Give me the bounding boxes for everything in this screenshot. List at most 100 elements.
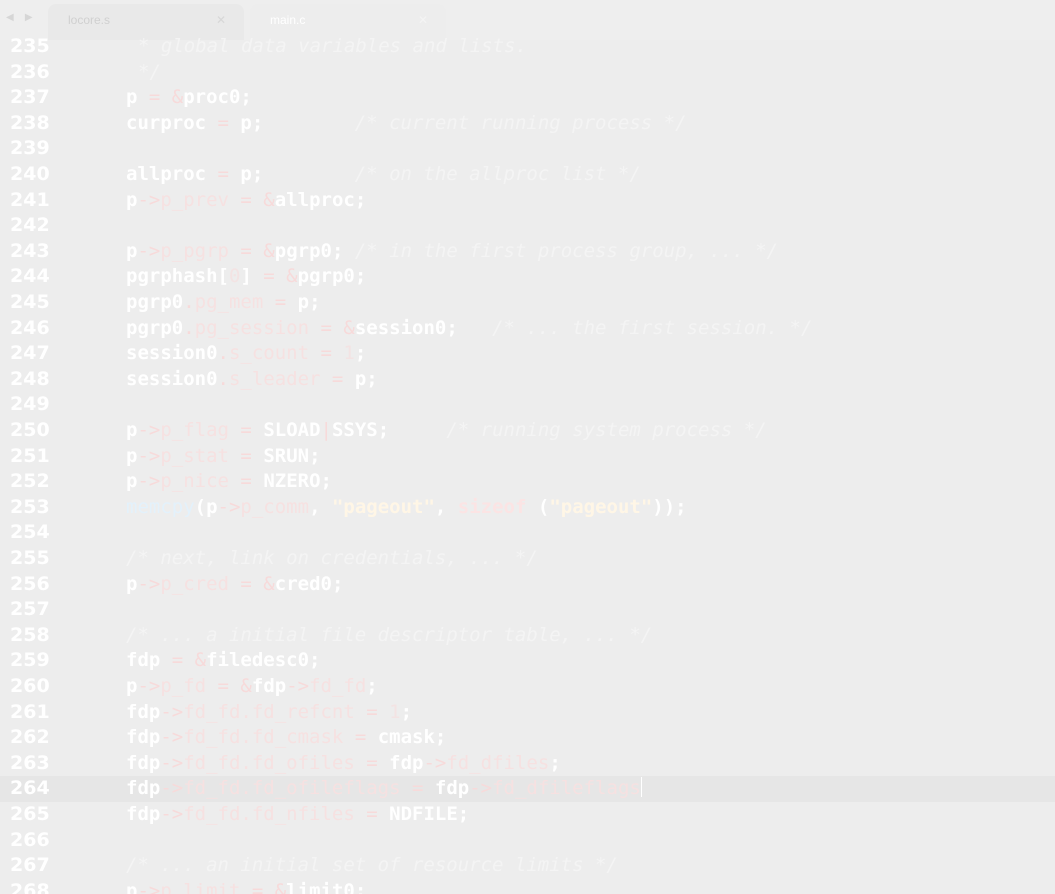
code-token: -> <box>160 700 184 723</box>
code-line[interactable]: 254 <box>0 520 1055 546</box>
code-text: memcpy(p->p_comm, "pageout", sizeof ("pa… <box>126 495 687 521</box>
code-token: p; <box>240 163 355 185</box>
code-text: * global data variables and lists. <box>138 35 527 60</box>
line-number: 245 <box>10 291 50 313</box>
code-text: p->p_fd = &fdp->fd_fd; <box>126 674 378 700</box>
text-cursor <box>640 777 642 798</box>
code-text: fdp->fd_fd.fd_refcnt = 1; <box>126 700 412 726</box>
code-token: fd_fd.fd_nfiles <box>183 803 367 825</box>
code-token: -> <box>137 419 161 441</box>
code-token: = <box>366 700 390 723</box>
code-line[interactable]: 255 /* next, link on credentials, ... */ <box>0 546 1055 572</box>
code-token: = <box>217 163 241 185</box>
code-token: p <box>126 419 138 441</box>
code-text: p = &proc0; <box>126 85 252 111</box>
code-token: ; <box>366 675 378 697</box>
code-line[interactable]: 262 fdp->fd_fd.fd_cmask = cmask; <box>0 725 1055 751</box>
code-token: . <box>183 291 195 313</box>
code-line[interactable]: 242 <box>0 213 1055 239</box>
code-line[interactable]: 245 pgrp0.pg_mem = p; <box>0 290 1055 316</box>
line-number: 267 <box>10 854 50 877</box>
code-token: = & <box>263 265 298 288</box>
code-token: p_cred <box>160 572 241 595</box>
code-line[interactable]: 260 p->p_fd = &fdp->fd_fd; <box>0 674 1055 700</box>
code-token: -> <box>137 879 161 894</box>
code-token: p; <box>354 367 378 390</box>
code-line[interactable]: 239 <box>0 136 1055 162</box>
code-line[interactable]: 246 pgrp0.pg_session = &session0; /* ... … <box>0 316 1055 342</box>
code-text: p->p_stat = SRUN; <box>126 444 321 470</box>
code-token: p <box>126 444 138 467</box>
code-token: p_pgrp <box>160 239 241 262</box>
code-line[interactable]: 247 session0.s_count = 1; <box>0 341 1055 367</box>
code-line[interactable]: 256 p->p_cred = &cred0; <box>0 572 1055 598</box>
code-line[interactable]: 248 session0.s_leader = p; <box>0 367 1055 393</box>
code-line[interactable]: 240 allproc = p; /* on the allproc list *… <box>0 162 1055 188</box>
code-token: pgrp0 <box>126 316 184 339</box>
code-text: session0.s_leader = p; <box>126 367 378 393</box>
code-line[interactable]: 243 p->p_pgrp = &pgrp0; /* in the first p… <box>0 239 1055 265</box>
code-text: fdp->fd_fd.fd_nfiles = NDFILE; <box>126 802 469 828</box>
code-token: ; <box>400 700 413 723</box>
code-token: cmask; <box>377 726 447 749</box>
code-line[interactable]: 236 */ <box>0 60 1055 86</box>
code-line[interactable]: 268 p->p_limit = &limit0; <box>0 879 1055 894</box>
line-number: 261 <box>10 700 50 723</box>
code-token: fd_fd.fd_ofileflags <box>183 777 412 800</box>
code-token: ; <box>354 342 367 365</box>
history-nav-arrows[interactable]: ◀ ▶ <box>6 12 37 23</box>
code-token: ; <box>549 751 561 774</box>
tab-label: main.c <box>270 13 306 27</box>
code-token: fd_dfiles <box>446 751 550 774</box>
code-line[interactable]: 244 pgrphash[0] = &pgrp0; <box>0 264 1055 290</box>
code-line[interactable]: 251 p->p_stat = SRUN; <box>0 444 1055 470</box>
code-token: SLOAD <box>263 419 321 441</box>
code-token: fdp <box>126 649 172 672</box>
close-icon[interactable]: ✕ <box>216 13 226 27</box>
code-line[interactable]: 249 <box>0 392 1055 418</box>
close-icon[interactable]: ✕ <box>418 13 428 27</box>
code-line[interactable]: 264 fdp->fd_fd.fd_ofileflags = fdp->fd_df… <box>0 776 1055 802</box>
code-token: fd_fd.fd_ofiles <box>183 751 367 774</box>
code-token: */ <box>138 60 161 83</box>
line-number: 243 <box>10 239 50 262</box>
line-number: 253 <box>10 495 50 518</box>
code-line[interactable]: 267 /* ... an initial set of resource lim… <box>0 853 1055 879</box>
code-line[interactable]: 241 p->p_prev = &allproc; <box>0 188 1055 214</box>
code-token: 0 <box>228 265 241 288</box>
code-line[interactable]: 235 * global data variables and lists. <box>0 35 1055 60</box>
line-number: 240 <box>10 163 50 185</box>
code-token: 1 <box>389 700 401 723</box>
code-token: proc0; <box>183 86 252 109</box>
code-token: session0 <box>126 367 218 390</box>
code-line[interactable]: 252 p->p_nice = NZERO; <box>0 469 1055 495</box>
code-token: . <box>217 342 229 365</box>
code-token: = <box>240 470 264 493</box>
code-editor[interactable]: 235 * global data variables and lists. 236… <box>0 35 1055 894</box>
code-line[interactable]: 261 fdp->fd_fd.fd_refcnt = 1; <box>0 700 1055 726</box>
code-token: (p <box>194 495 218 518</box>
code-text: pgrp0.pg_mem = p; <box>126 290 321 316</box>
code-line[interactable]: 266 <box>0 828 1055 854</box>
code-line[interactable]: 265 fdp->fd_fd.fd_nfiles = NDFILE; <box>0 802 1055 828</box>
code-line[interactable]: 263 fdp->fd_fd.fd_ofiles = fdp->fd_dfiles… <box>0 751 1055 777</box>
code-token: -> <box>137 470 161 493</box>
code-line[interactable]: 257 <box>0 597 1055 623</box>
code-text: p->p_flag = SLOAD|SSYS; /* running syste… <box>126 418 767 444</box>
line-number: 266 <box>10 828 50 851</box>
line-number: 256 <box>10 572 50 595</box>
code-token: fdp <box>126 700 161 723</box>
code-text: /* ... a initial file descriptor table, … <box>126 623 652 649</box>
code-token: pgrp0; <box>297 265 367 288</box>
code-line[interactable]: 238 curproc = p; /* current running proce… <box>0 111 1055 137</box>
code-token: = & <box>148 86 184 109</box>
line-number: 250 <box>10 419 50 441</box>
line-number: 241 <box>10 188 50 211</box>
code-line[interactable]: 250 p->p_flag = SLOAD|SSYS; /* running sy… <box>0 418 1055 444</box>
code-line[interactable]: 253 memcpy(p->p_comm, "pageout", sizeof (… <box>0 495 1055 521</box>
code-line[interactable]: 259 fdp = &filedesc0; <box>0 648 1055 674</box>
line-number: 259 <box>10 649 50 672</box>
code-token: /* on the allproc list */ <box>354 163 641 185</box>
code-line[interactable]: 258 /* ... a initial file descriptor tabl… <box>0 623 1055 649</box>
code-line[interactable]: 237 p = &proc0; <box>0 85 1055 111</box>
